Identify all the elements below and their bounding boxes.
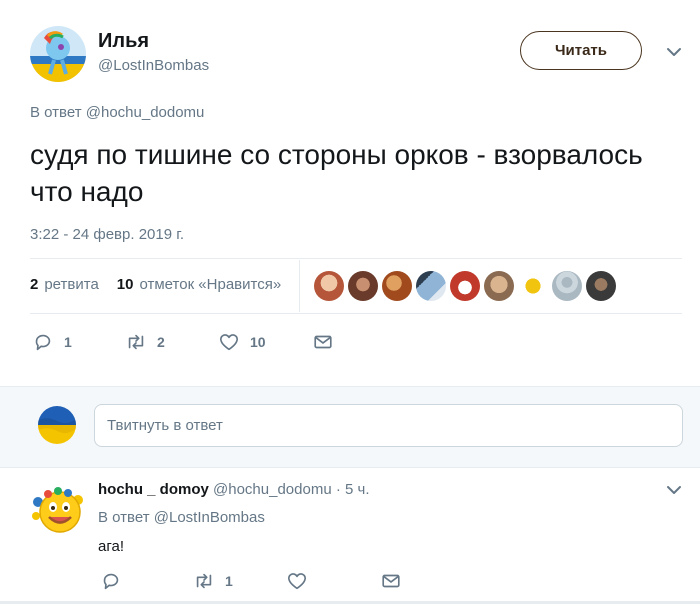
likes-label[interactable]: отметок «Нравится» xyxy=(139,276,281,293)
reply-author-name[interactable]: hochu _ domoy xyxy=(98,481,209,498)
likes-count[interactable]: 10 xyxy=(117,276,134,293)
reply-reply-action[interactable] xyxy=(100,570,132,592)
mail-icon xyxy=(314,335,332,349)
like-count: 10 xyxy=(250,334,266,350)
tweet-text: судя по тишине со стороны орков - взорва… xyxy=(30,139,643,207)
reply-reply-context: В ответ @LostInBombas xyxy=(98,509,265,526)
reply-context: В ответ @hochu_dodomu xyxy=(30,104,204,121)
liker-avatar[interactable] xyxy=(450,271,480,301)
retweets-label[interactable]: ретвита xyxy=(44,276,98,293)
chevron-down-icon[interactable] xyxy=(664,480,684,500)
pony-avatar-icon xyxy=(30,26,86,82)
heart-icon xyxy=(219,334,239,351)
reply-header: hochu _ domoy @hochu_dodomu · 5 ч. xyxy=(98,481,370,498)
reply-age[interactable]: 5 ч. xyxy=(345,481,370,498)
liker-avatar[interactable] xyxy=(552,271,582,301)
reply-text: ага! xyxy=(98,538,124,555)
smiley-avatar-icon xyxy=(30,482,86,538)
reply-like-action[interactable] xyxy=(286,570,318,592)
reply-to-prefix: В ответ xyxy=(98,509,150,526)
liker-avatar[interactable] xyxy=(586,271,616,301)
likers-avatars xyxy=(314,271,616,301)
reply-author-handle[interactable]: @hochu_dodomu xyxy=(213,481,332,498)
retweet-action[interactable]: 2 xyxy=(125,331,165,353)
liker-avatar[interactable] xyxy=(484,271,514,301)
retweet-count: 2 xyxy=(157,334,165,350)
retweets-count[interactable]: 2 xyxy=(30,276,38,293)
author-handle[interactable]: @LostInBombas xyxy=(98,57,209,74)
author-avatar[interactable] xyxy=(30,26,86,82)
divider xyxy=(30,258,682,259)
direct-message-action[interactable] xyxy=(312,331,334,353)
liker-avatar[interactable] xyxy=(416,271,446,301)
reply-icon xyxy=(35,334,51,351)
tweet-stats: 2 ретвита 10 отметок «Нравится» xyxy=(30,276,281,293)
liker-avatar[interactable] xyxy=(314,271,344,301)
reply-retweet-action[interactable]: 1 xyxy=(193,570,233,592)
reply-to-user-link[interactable]: @LostInBombas xyxy=(154,509,265,526)
ukraine-flag-icon xyxy=(38,406,76,444)
retweet-count: 1 xyxy=(225,573,233,589)
divider xyxy=(30,313,682,314)
stats-separator xyxy=(299,260,300,312)
reply-input[interactable] xyxy=(94,404,683,447)
chevron-down-icon[interactable] xyxy=(664,42,684,62)
reply-to-user-link[interactable]: @hochu_dodomu xyxy=(86,104,205,121)
reply-icon xyxy=(103,573,119,590)
reply-direct-message-action[interactable] xyxy=(380,570,402,592)
reply-count: 1 xyxy=(64,334,72,350)
follow-button[interactable]: Читать xyxy=(520,31,642,70)
tweet-timestamp[interactable]: 3:22 - 24 февр. 2019 г. xyxy=(30,226,184,243)
retweet-icon xyxy=(128,334,144,350)
author-name[interactable]: Илья xyxy=(98,30,149,53)
liker-avatar[interactable] xyxy=(518,271,548,301)
reply-to-prefix: В ответ xyxy=(30,104,82,121)
liker-avatar[interactable] xyxy=(382,271,412,301)
mail-icon xyxy=(382,574,400,588)
reply-author-avatar[interactable] xyxy=(30,482,86,538)
current-user-avatar[interactable] xyxy=(38,406,76,444)
reply-action[interactable]: 1 xyxy=(32,331,72,353)
like-action[interactable]: 10 xyxy=(218,331,266,353)
liker-avatar[interactable] xyxy=(348,271,378,301)
retweet-icon xyxy=(196,573,212,589)
heart-icon xyxy=(287,573,307,590)
